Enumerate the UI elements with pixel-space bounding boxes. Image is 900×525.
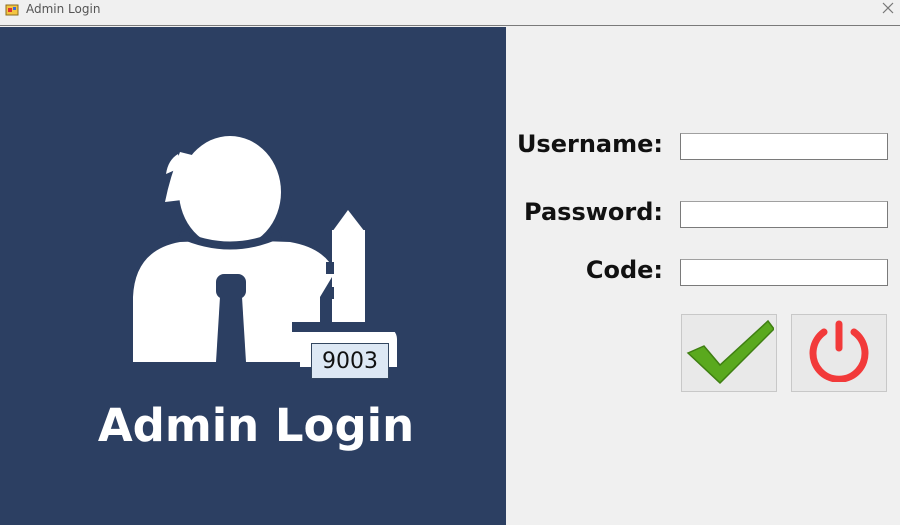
title-bar: Admin Login [0,0,900,26]
code-label: Code: [585,256,663,284]
close-button[interactable] [876,0,900,20]
password-input[interactable] [680,201,888,228]
brand-panel: 9003 Admin Login [0,27,506,525]
exit-button[interactable] [791,314,887,392]
checkmark-icon [684,315,775,392]
hero-title: Admin Login [97,399,415,452]
admin-key-icon [120,122,410,391]
power-icon [804,320,874,387]
app-icon [5,3,19,17]
login-button[interactable] [681,314,777,392]
password-label: Password: [524,198,663,226]
username-label: Username: [516,130,663,158]
username-input[interactable] [680,133,888,160]
window-title: Admin Login [26,2,101,16]
code-display: 9003 [311,343,389,379]
close-icon [882,1,894,19]
code-input[interactable] [680,259,888,286]
